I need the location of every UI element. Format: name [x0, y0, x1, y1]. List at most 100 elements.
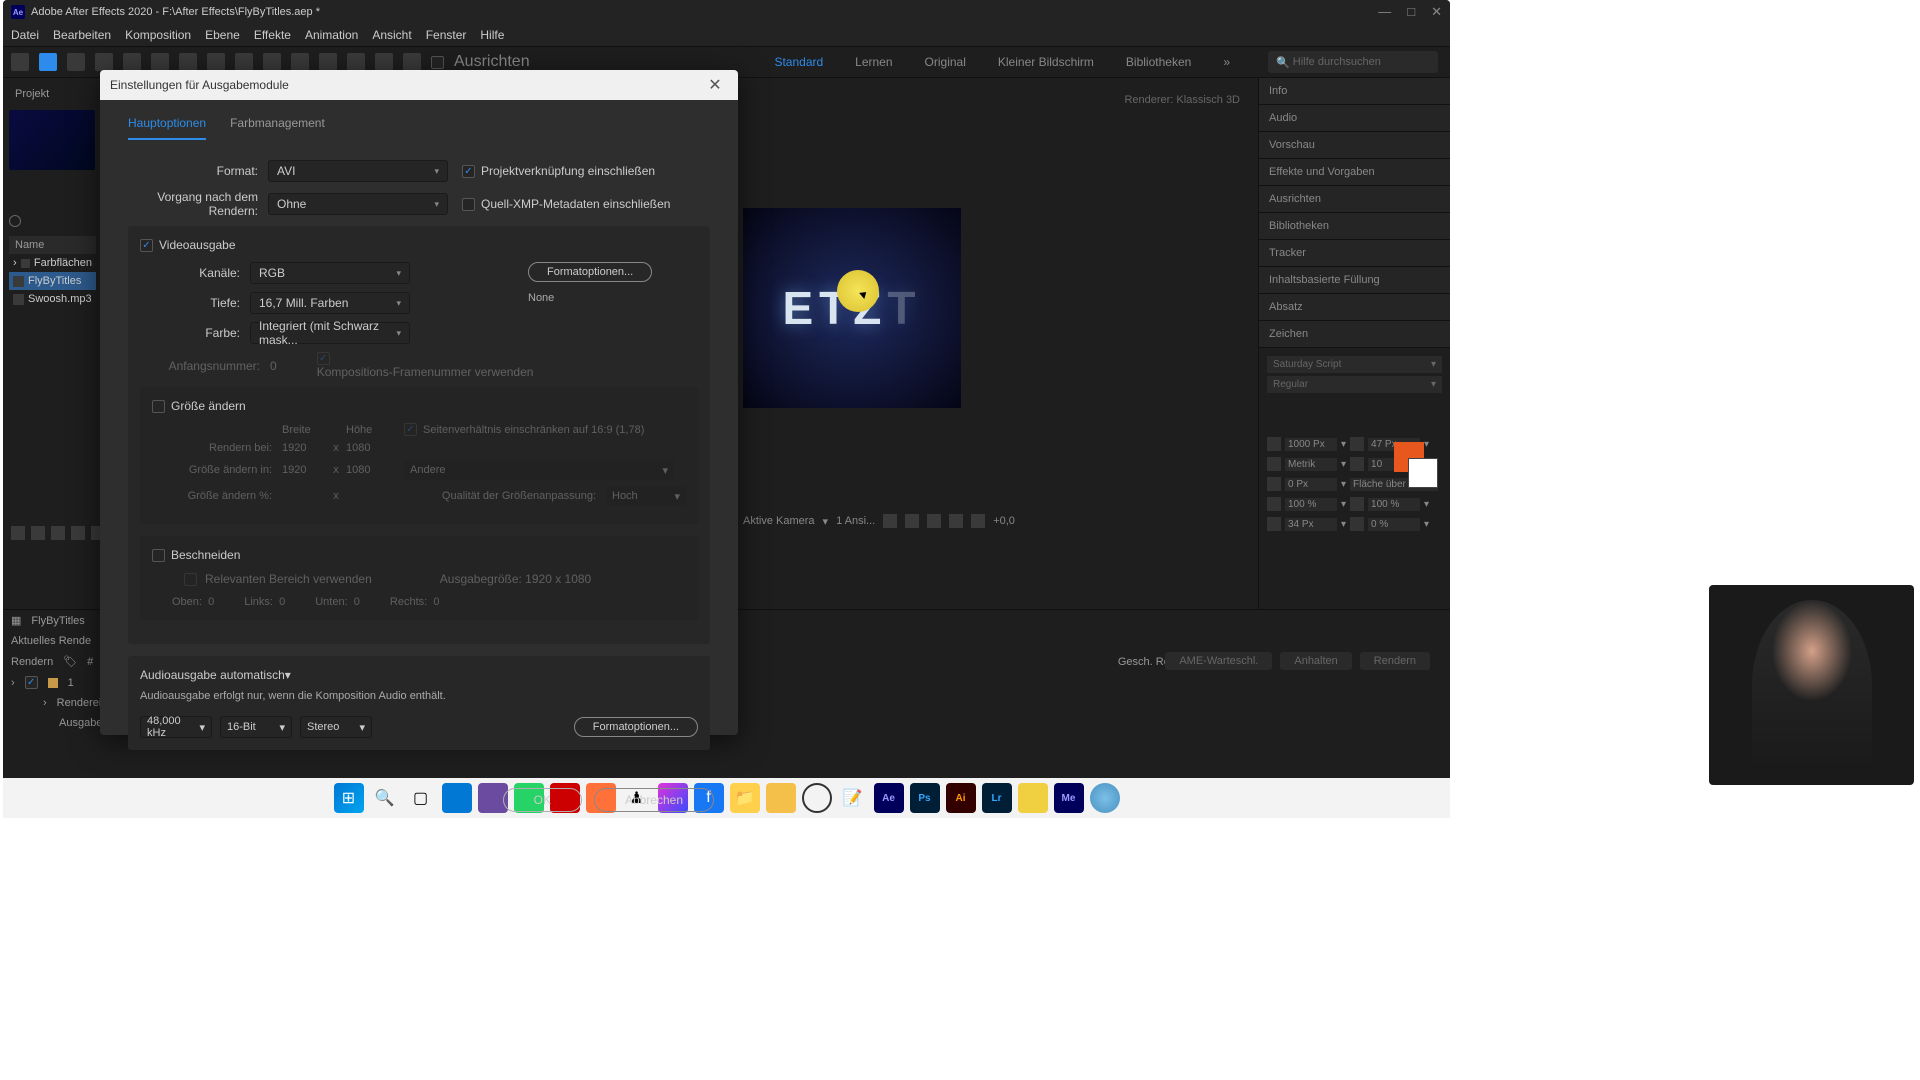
audio-rate-select[interactable]: 48,000 kHz▾ — [140, 716, 212, 738]
bpc-icon[interactable] — [11, 526, 25, 540]
workspace-lernen[interactable]: Lernen — [855, 55, 892, 69]
renderer-value[interactable]: Klassisch 3D — [1176, 94, 1240, 106]
resize-checkbox[interactable] — [152, 400, 165, 413]
project-search-icon[interactable] — [9, 215, 21, 227]
workspace-standard[interactable]: Standard — [774, 55, 823, 69]
notepad-icon[interactable]: 📝 — [838, 783, 868, 813]
post-render-select[interactable]: Ohne▾ — [268, 193, 448, 215]
photoshop-icon[interactable]: Ps — [910, 783, 940, 813]
workspace-more-icon[interactable]: » — [1223, 55, 1230, 69]
color-select[interactable]: Integriert (mit Schwarz mask...▾ — [250, 322, 410, 344]
media-encoder-icon[interactable]: Me — [1054, 783, 1084, 813]
rotate-tool-icon[interactable] — [151, 53, 169, 71]
dialog-close-icon[interactable]: ✕ — [702, 75, 728, 95]
crop-checkbox[interactable] — [152, 549, 165, 562]
font-style-select[interactable]: Regular▾ — [1267, 376, 1442, 393]
camera-tool-icon[interactable] — [179, 53, 197, 71]
tsume-input[interactable] — [1368, 518, 1420, 531]
pause-button[interactable]: Anhalten — [1280, 652, 1351, 670]
selection-tool-icon[interactable] — [39, 53, 57, 71]
video-output-checkbox[interactable] — [140, 239, 153, 252]
audio-bits-select[interactable]: 16-Bit▾ — [220, 716, 292, 738]
exposure-value[interactable]: +0,0 — [993, 515, 1015, 527]
orbit-tool-icon[interactable] — [123, 53, 141, 71]
menu-ansicht[interactable]: Ansicht — [372, 28, 411, 42]
hscale-input[interactable] — [1368, 498, 1420, 511]
menu-effekte[interactable]: Effekte — [254, 28, 291, 42]
tree-item-flybytitles[interactable]: FlyByTitles — [9, 272, 96, 290]
settings-icon[interactable] — [71, 526, 85, 540]
workspace-bibliotheken[interactable]: Bibliotheken — [1126, 55, 1191, 69]
stroke-input[interactable] — [1285, 478, 1337, 491]
channels-select[interactable]: RGB▾ — [250, 262, 410, 284]
audio-format-options-button[interactable]: Formatoptionen... — [574, 717, 698, 737]
zoom-tool-icon[interactable] — [95, 53, 113, 71]
camera-dropdown[interactable]: Aktive Kamera — [743, 515, 815, 527]
panel-absatz[interactable]: Absatz — [1259, 294, 1450, 321]
panel-audio[interactable]: Audio — [1259, 105, 1450, 132]
after-effects-icon[interactable]: Ae — [874, 783, 904, 813]
project-link-checkbox[interactable] — [462, 165, 475, 178]
fast-preview-icon[interactable] — [949, 514, 963, 528]
pan-tool-icon[interactable] — [207, 53, 225, 71]
menu-datei[interactable]: Datei — [11, 28, 39, 42]
puppet-tool-icon[interactable] — [403, 53, 421, 71]
pen-tool-icon[interactable] — [263, 53, 281, 71]
format-select[interactable]: AVI▾ — [268, 160, 448, 182]
audio-channels-select[interactable]: Stereo▾ — [300, 716, 372, 738]
panel-ausrichten[interactable]: Ausrichten — [1259, 186, 1450, 213]
font-size-input[interactable] — [1285, 438, 1337, 451]
ame-queue-button[interactable]: AME-Warteschl. — [1165, 652, 1272, 670]
font-family-select[interactable]: Saturday Script▾ — [1267, 356, 1442, 373]
panel-fullung[interactable]: Inhaltsbasierte Füllung — [1259, 267, 1450, 294]
grid-icon[interactable] — [883, 514, 897, 528]
ok-button[interactable]: OK — [503, 788, 582, 812]
app-icon[interactable] — [766, 783, 796, 813]
help-search-input[interactable]: 🔍 Hilfe durchsuchen — [1268, 51, 1438, 73]
vscale-input[interactable] — [1285, 498, 1337, 511]
workspace-original[interactable]: Original — [925, 55, 966, 69]
cancel-button[interactable]: Abbrechen — [594, 788, 714, 812]
close-icon[interactable]: ✕ — [1431, 4, 1442, 20]
exposure-icon[interactable] — [971, 514, 985, 528]
tree-item-swoosh[interactable]: Swoosh.mp3 — [9, 290, 96, 308]
menu-fenster[interactable]: Fenster — [426, 28, 467, 42]
expand-icon[interactable]: › — [13, 257, 17, 269]
menu-hilfe[interactable]: Hilfe — [480, 28, 504, 42]
menu-bearbeiten[interactable]: Bearbeiten — [53, 28, 111, 42]
eraser-tool-icon[interactable] — [375, 53, 393, 71]
kerning-input[interactable] — [1285, 458, 1337, 471]
panel-tracker[interactable]: Tracker — [1259, 240, 1450, 267]
tree-item-farbflachen[interactable]: › Farbflächen — [9, 254, 96, 272]
hand-tool-icon[interactable] — [67, 53, 85, 71]
queue-item-checkbox[interactable] — [25, 676, 38, 689]
audio-mode-select[interactable]: Audioausgabe automatisch▾ — [140, 668, 295, 682]
menu-komposition[interactable]: Komposition — [125, 28, 191, 42]
app-icon[interactable] — [1018, 783, 1048, 813]
workspace-kleiner[interactable]: Kleiner Bildschirm — [998, 55, 1094, 69]
illustrator-icon[interactable]: Ai — [946, 783, 976, 813]
new-comp-icon[interactable] — [51, 526, 65, 540]
dialog-titlebar[interactable]: Einstellungen für Ausgabemodule ✕ — [100, 70, 738, 100]
text-tool-icon[interactable] — [291, 53, 309, 71]
mask-icon[interactable] — [905, 514, 919, 528]
app-icon[interactable] — [1090, 783, 1120, 813]
depth-select[interactable]: 16,7 Mill. Farben▾ — [250, 292, 410, 314]
maximize-icon[interactable]: □ — [1407, 4, 1415, 20]
home-icon[interactable] — [11, 53, 29, 71]
render-button[interactable]: Rendern — [1360, 652, 1430, 670]
ausrichten-checkbox[interactable] — [431, 56, 444, 69]
tab-farbmanagement[interactable]: Farbmanagement — [230, 112, 325, 140]
menu-ebene[interactable]: Ebene — [205, 28, 240, 42]
panel-effekte[interactable]: Effekte und Vorgaben — [1259, 159, 1450, 186]
new-folder-icon[interactable] — [31, 526, 45, 540]
tab-hauptoptionen[interactable]: Hauptoptionen — [128, 112, 206, 140]
obs-icon[interactable] — [802, 783, 832, 813]
shape-tool-icon[interactable] — [235, 53, 253, 71]
view-dropdown[interactable]: 1 Ansi... — [836, 515, 875, 527]
minimize-icon[interactable]: — — [1378, 4, 1391, 20]
panel-info[interactable]: Info — [1259, 78, 1450, 105]
lightroom-icon[interactable]: Lr — [982, 783, 1012, 813]
panel-zeichen[interactable]: Zeichen — [1259, 321, 1450, 348]
clone-tool-icon[interactable] — [347, 53, 365, 71]
